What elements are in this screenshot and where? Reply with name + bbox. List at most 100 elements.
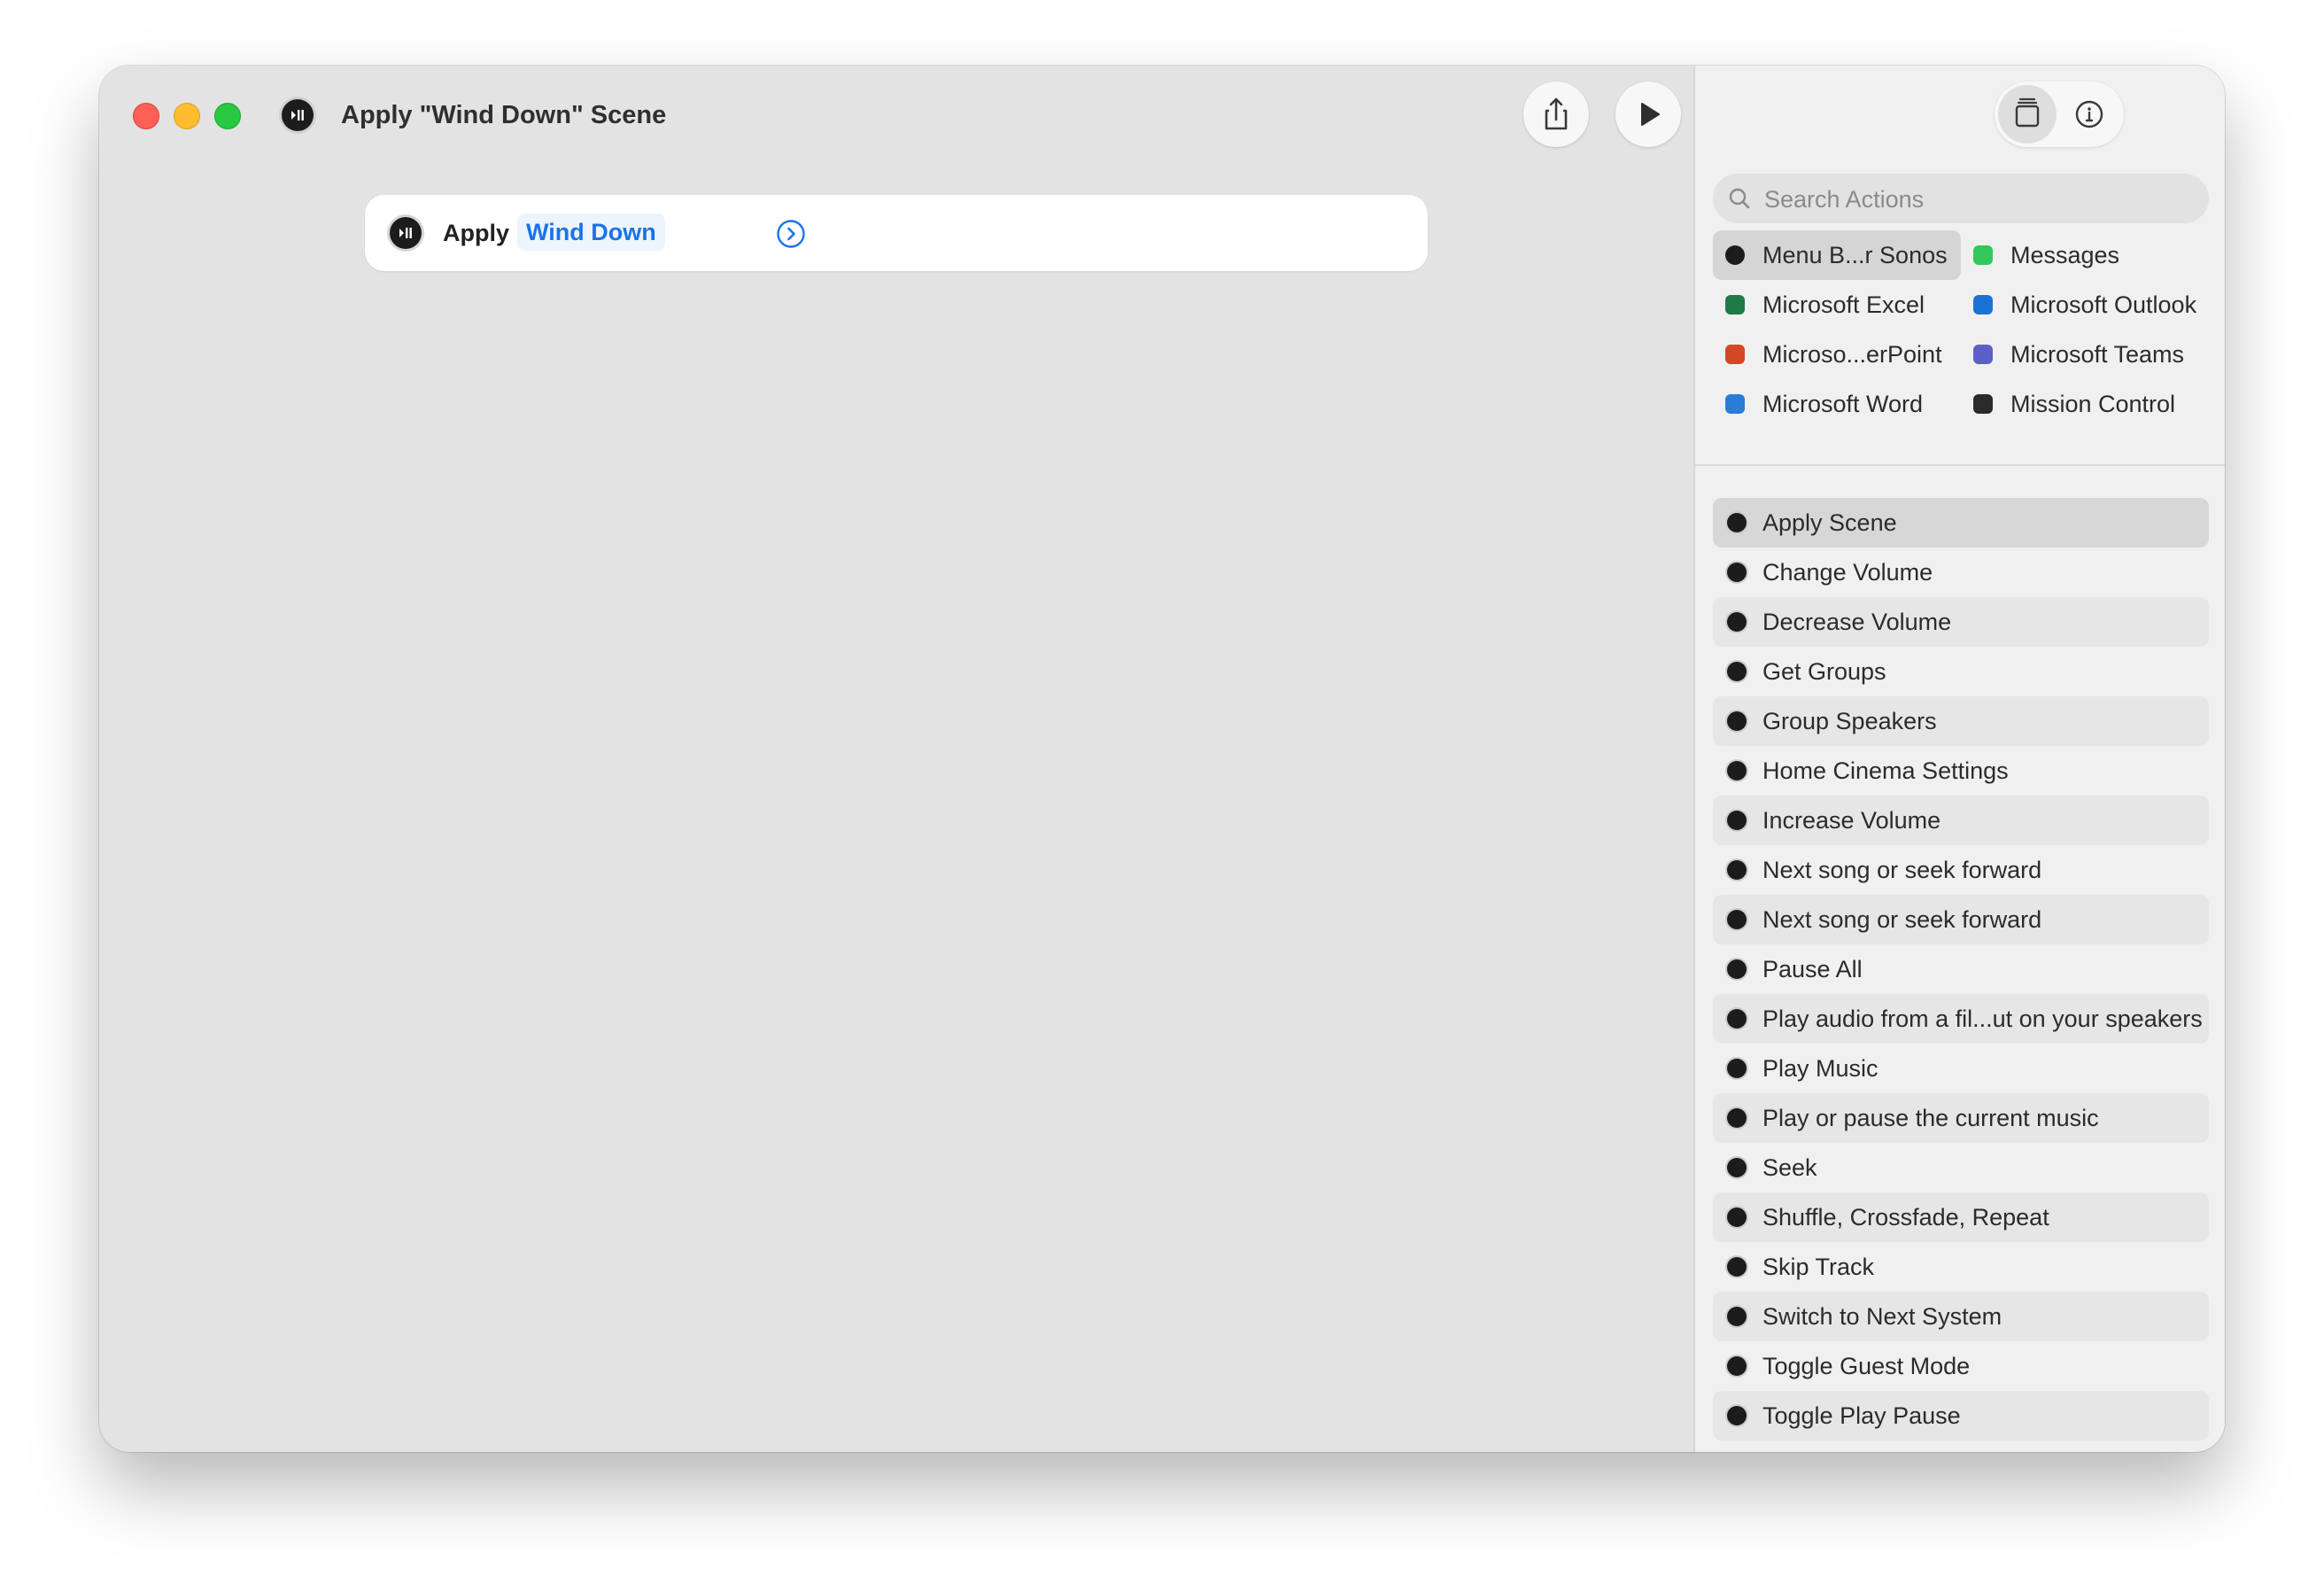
sonos-icon: [1727, 1406, 1747, 1425]
sonos-icon: [1727, 1257, 1747, 1277]
action-item-label: Apply Scene: [1762, 509, 1897, 536]
action-item-toggle-guest-mode[interactable]: Toggle Guest Mode: [1713, 1341, 2209, 1391]
action-item-label: Toggle Guest Mode: [1762, 1353, 1971, 1379]
app-chip-microsoft-excel[interactable]: Microsoft Excel: [1713, 280, 1961, 330]
action-item-home-cinema-settings[interactable]: Home Cinema Settings: [1713, 746, 2209, 796]
sonos-icon: [1727, 1307, 1747, 1326]
action-item-group-speakers[interactable]: Group Speakers: [1713, 696, 2209, 746]
window-title: Apply "Wind Down" Scene: [341, 101, 667, 129]
sonos-icon: [1727, 563, 1747, 582]
sonos-icon[interactable]: [282, 99, 314, 131]
app-chip-messages[interactable]: Messages: [1961, 230, 2209, 280]
outlook-icon: [1973, 295, 1993, 314]
app-chip-microsoft-teams[interactable]: Microsoft Teams: [1961, 330, 2209, 379]
sonos-icon: [1727, 1108, 1747, 1128]
action-item-seek[interactable]: Seek: [1713, 1143, 2209, 1192]
sonos-icon: [1727, 612, 1747, 632]
action-item-apply-scene[interactable]: Apply Scene: [1713, 498, 2209, 547]
shortcuts-window: Apply "Wind Down" Scene Apply Wind Down: [99, 66, 2225, 1452]
action-item-label: Next song or seek forward: [1762, 906, 2042, 933]
action-item-pause-all[interactable]: Pause All: [1713, 944, 2209, 994]
info-icon: [2075, 100, 2103, 128]
app-chip-microsoft-powerpoint[interactable]: Microso...erPoint: [1713, 330, 1961, 379]
search-bar[interactable]: [1713, 174, 2209, 225]
run-button[interactable]: [1615, 82, 1681, 147]
minimize-button[interactable]: [174, 103, 200, 129]
sonos-icon: [1727, 811, 1747, 830]
sonos-icon: [1727, 662, 1747, 681]
action-item-label: Toggle Play Pause: [1762, 1402, 1961, 1429]
app-chip-mission-control[interactable]: Mission Control: [1961, 379, 2209, 429]
action-item-play-audio-from-file[interactable]: Play audio from a fil...ut on your speak…: [1713, 994, 2209, 1044]
sonos-icon: [1727, 1356, 1747, 1376]
editor-pane: Apply "Wind Down" Scene Apply Wind Down: [99, 66, 1693, 1452]
app-chip-label: Menu B...r Sonos: [1762, 242, 1948, 268]
app-chip-microsoft-word[interactable]: Microsoft Word: [1713, 379, 1961, 429]
messages-icon: [1973, 245, 1993, 265]
chevron-right-circle-icon[interactable]: [776, 219, 806, 249]
app-chip-menu-bar-sonos[interactable]: Menu B...r Sonos: [1713, 230, 1961, 280]
action-item-label: Seek: [1762, 1154, 1817, 1181]
app-chip-microsoft-outlook[interactable]: Microsoft Outlook: [1961, 280, 2218, 330]
action-item-label: Switch to Next System: [1762, 1303, 2003, 1330]
action-item-decrease-volume[interactable]: Decrease Volume: [1713, 597, 2209, 647]
action-item-shuffle-crossfade-repeat[interactable]: Shuffle, Crossfade, Repeat: [1713, 1192, 2209, 1242]
mission-control-icon: [1973, 394, 1993, 414]
action-list: Apply Scene Change Volume Decrease Volum…: [1713, 498, 2209, 1440]
share-button[interactable]: [1523, 82, 1589, 147]
action-item-switch-to-next-system[interactable]: Switch to Next System: [1713, 1292, 2209, 1341]
action-verb: Apply: [443, 220, 510, 246]
sonos-icon: [1725, 245, 1745, 265]
teams-icon: [1973, 345, 1993, 364]
app-chip-label: Microsoft Teams: [2010, 341, 2185, 368]
action-item-label: Change Volume: [1762, 559, 1933, 586]
action-item-skip-track[interactable]: Skip Track: [1713, 1242, 2209, 1292]
sidebar-divider: [1695, 464, 2225, 466]
play-icon: [1641, 103, 1660, 126]
app-grid: Menu B...r Sonos Messages Microsoft Exce…: [1695, 230, 2225, 464]
sonos-icon: [1727, 1158, 1747, 1177]
action-item-label: Play audio from a fil...ut on your speak…: [1762, 1006, 2203, 1032]
sonos-icon: [1727, 860, 1747, 880]
action-card-apply-scene[interactable]: Apply Wind Down: [365, 195, 1428, 271]
action-item-label: Get Groups: [1762, 658, 1886, 685]
close-button[interactable]: [133, 103, 159, 129]
app-chip-label: Messages: [2010, 242, 2120, 268]
share-icon: [1545, 97, 1568, 130]
search-input[interactable]: [1762, 174, 2191, 225]
app-chip-label: Microsoft Word: [1762, 391, 1924, 417]
action-item-label: Pause All: [1762, 956, 1863, 982]
action-item-label: Home Cinema Settings: [1762, 757, 2009, 784]
zoom-button[interactable]: [214, 103, 241, 129]
action-item-label: Group Speakers: [1762, 708, 1937, 734]
sonos-icon: [1727, 1009, 1747, 1029]
action-item-change-volume[interactable]: Change Volume: [1713, 547, 2209, 597]
sonos-icon: [1727, 1059, 1747, 1078]
action-item-label: Increase Volume: [1762, 807, 1941, 834]
action-item-next-song[interactable]: Next song or seek forward: [1713, 895, 2209, 944]
library-tab[interactable]: [1998, 85, 2057, 144]
search-icon: [1729, 188, 1750, 209]
sonos-icon: [1727, 513, 1747, 532]
action-item-label: Decrease Volume: [1762, 609, 1952, 635]
action-item-play-music[interactable]: Play Music: [1713, 1044, 2209, 1093]
excel-icon: [1725, 295, 1745, 314]
word-icon: [1725, 394, 1745, 414]
action-item-next-song[interactable]: Next song or seek forward: [1713, 845, 2209, 895]
action-item-get-groups[interactable]: Get Groups: [1713, 647, 2209, 696]
action-item-label: Shuffle, Crossfade, Repeat: [1762, 1204, 2049, 1231]
action-item-toggle-play-pause[interactable]: Toggle Play Pause: [1713, 1391, 2209, 1440]
action-item-play-or-pause[interactable]: Play or pause the current music: [1713, 1093, 2209, 1143]
sidebar-segmented-control: [1995, 82, 2124, 147]
sonos-icon: [390, 217, 422, 249]
app-chip-label: Microso...erPoint: [1762, 341, 1942, 368]
sonos-icon: [1727, 1207, 1747, 1227]
info-tab[interactable]: [2060, 85, 2119, 144]
library-icon: [2015, 97, 2040, 128]
sonos-icon: [1727, 959, 1747, 979]
action-item-label: Play or pause the current music: [1762, 1105, 2099, 1131]
action-item-increase-volume[interactable]: Increase Volume: [1713, 796, 2209, 845]
scene-parameter[interactable]: Wind Down: [517, 214, 665, 251]
sonos-icon: [1727, 910, 1747, 929]
sonos-icon: [1727, 711, 1747, 731]
